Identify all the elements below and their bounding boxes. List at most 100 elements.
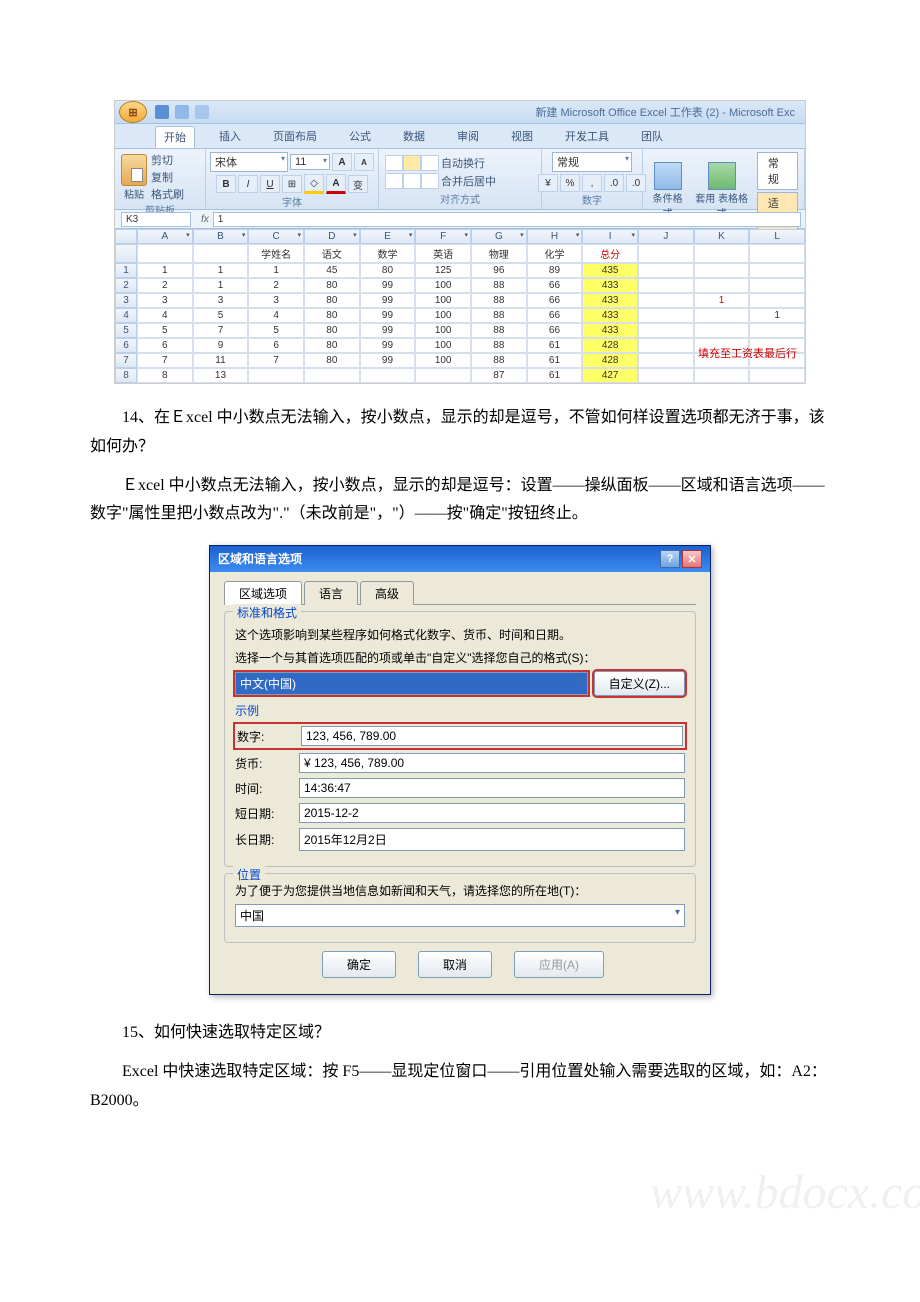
tab-formula[interactable]: 公式: [341, 126, 379, 148]
cell[interactable]: 89: [527, 263, 583, 278]
format-as-table-icon[interactable]: [708, 162, 736, 190]
row-hdr[interactable]: 1: [115, 263, 137, 278]
cell[interactable]: 428: [582, 338, 638, 353]
office-button-icon[interactable]: ⊞: [119, 101, 147, 123]
tab-home[interactable]: 开始: [155, 126, 195, 148]
cell[interactable]: 5: [248, 323, 304, 338]
tab-review[interactable]: 审阅: [449, 126, 487, 148]
cell[interactable]: 80: [304, 278, 360, 293]
hdr-chem[interactable]: 化学: [527, 244, 583, 263]
number-format-select[interactable]: 常规: [552, 152, 632, 172]
cell[interactable]: 7: [248, 353, 304, 368]
merge-center-button[interactable]: 合并后居中: [441, 173, 496, 189]
col-K[interactable]: K: [694, 229, 750, 244]
cell[interactable]: [694, 368, 750, 383]
cell[interactable]: [638, 323, 694, 338]
hdr-physics[interactable]: 物理: [471, 244, 527, 263]
italic-button[interactable]: I: [238, 175, 258, 193]
cell[interactable]: 99: [360, 323, 416, 338]
cell[interactable]: 100: [415, 308, 471, 323]
cell[interactable]: 1: [749, 308, 805, 323]
cell[interactable]: 433: [582, 293, 638, 308]
col-B[interactable]: B: [193, 229, 249, 244]
row-hdr[interactable]: 7: [115, 353, 137, 368]
cell[interactable]: [638, 244, 694, 263]
cell[interactable]: [137, 244, 193, 263]
cell[interactable]: 13: [193, 368, 249, 383]
location-combo[interactable]: 中国: [235, 904, 685, 927]
cell[interactable]: 87: [471, 368, 527, 383]
border-icon[interactable]: ⊞: [282, 175, 302, 193]
col-D[interactable]: D: [304, 229, 360, 244]
percent-icon[interactable]: %: [560, 174, 580, 192]
cell[interactable]: 88: [471, 308, 527, 323]
row-hdr[interactable]: 8: [115, 368, 137, 383]
cell[interactable]: [749, 278, 805, 293]
row-hdr[interactable]: 3: [115, 293, 137, 308]
cell[interactable]: 96: [471, 263, 527, 278]
cell[interactable]: 1: [248, 263, 304, 278]
cell[interactable]: [749, 263, 805, 278]
hdr-name[interactable]: 学姓名: [248, 244, 304, 263]
row-hdr[interactable]: 4: [115, 308, 137, 323]
col-G[interactable]: G: [471, 229, 527, 244]
cancel-button[interactable]: 取消: [418, 951, 492, 978]
locale-combo[interactable]: 中文(中国): [235, 672, 588, 695]
cell[interactable]: 100: [415, 353, 471, 368]
hdr-english[interactable]: 英语: [415, 244, 471, 263]
cell[interactable]: 125: [415, 263, 471, 278]
cell[interactable]: 1: [137, 263, 193, 278]
cell[interactable]: 3: [248, 293, 304, 308]
cell[interactable]: 5: [193, 308, 249, 323]
col-H[interactable]: H: [527, 229, 583, 244]
fill-color-icon[interactable]: ◇: [304, 174, 324, 194]
cell[interactable]: 1: [694, 293, 750, 308]
cell[interactable]: [415, 368, 471, 383]
customize-button[interactable]: 自定义(Z)...: [594, 671, 685, 696]
cell[interactable]: 428: [582, 353, 638, 368]
currency-icon[interactable]: ¥: [538, 174, 558, 192]
cell[interactable]: [694, 308, 750, 323]
alignment-icons[interactable]: [385, 155, 437, 189]
cell[interactable]: 7: [193, 323, 249, 338]
cell[interactable]: [248, 368, 304, 383]
col-J[interactable]: J: [638, 229, 694, 244]
cell[interactable]: 66: [527, 323, 583, 338]
formula-value[interactable]: 1: [213, 212, 801, 227]
cell[interactable]: [193, 244, 249, 263]
cell[interactable]: 433: [582, 278, 638, 293]
bold-button[interactable]: B: [216, 175, 236, 193]
hdr-chinese[interactable]: 语文: [304, 244, 360, 263]
cell[interactable]: 8: [137, 368, 193, 383]
cell[interactable]: [694, 278, 750, 293]
cell[interactable]: 435: [582, 263, 638, 278]
format-painter-label[interactable]: 格式刷: [151, 186, 184, 202]
style-normal[interactable]: 常规: [757, 152, 798, 190]
col-E[interactable]: E: [360, 229, 416, 244]
close-icon[interactable]: ✕: [682, 550, 702, 568]
font-color-icon[interactable]: A: [326, 174, 346, 194]
cell[interactable]: 80: [304, 338, 360, 353]
tab-team[interactable]: 团队: [633, 126, 671, 148]
cell[interactable]: 427: [582, 368, 638, 383]
row-hdr[interactable]: 2: [115, 278, 137, 293]
cell[interactable]: [638, 353, 694, 368]
cell[interactable]: 80: [304, 323, 360, 338]
cell[interactable]: [638, 368, 694, 383]
cell[interactable]: [638, 263, 694, 278]
row-hdr[interactable]: 5: [115, 323, 137, 338]
cell[interactable]: 99: [360, 278, 416, 293]
cell[interactable]: [638, 308, 694, 323]
cell[interactable]: 4: [137, 308, 193, 323]
cell[interactable]: 5: [137, 323, 193, 338]
paste-icon[interactable]: [121, 154, 147, 186]
hdr-math[interactable]: 数学: [360, 244, 416, 263]
row-hdr[interactable]: 6: [115, 338, 137, 353]
select-all-icon[interactable]: [115, 229, 137, 244]
cell[interactable]: [304, 368, 360, 383]
copy-label[interactable]: 复制: [151, 169, 184, 185]
tab-insert[interactable]: 插入: [211, 126, 249, 148]
tab-region[interactable]: 区域选项: [224, 581, 302, 605]
tab-dev[interactable]: 开发工具: [557, 126, 617, 148]
cell[interactable]: 88: [471, 293, 527, 308]
